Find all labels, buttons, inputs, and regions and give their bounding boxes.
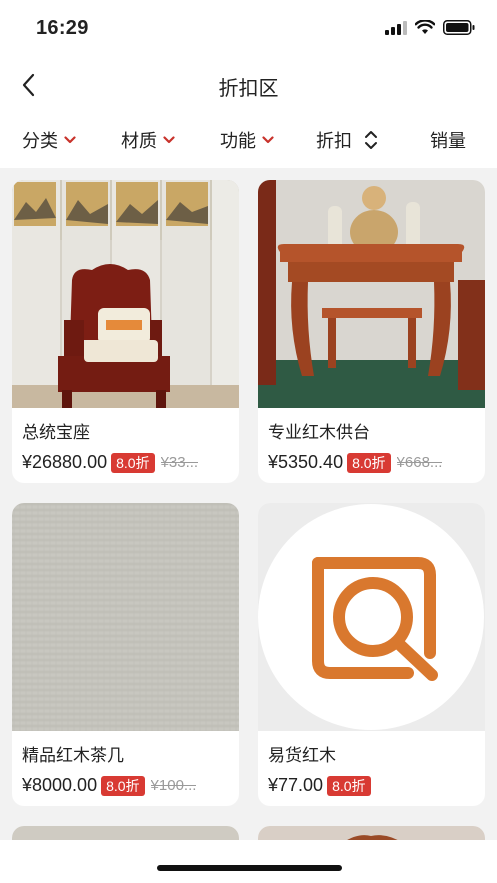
original-price: ¥33...	[160, 454, 199, 471]
product-card[interactable]: 易货红木 ¥77.00 8.0折	[258, 503, 485, 806]
filter-label: 分类	[22, 131, 58, 151]
product-image	[12, 180, 239, 408]
product-name: 精品红木茶几	[22, 746, 124, 765]
product-image	[258, 503, 485, 731]
wifi-icon	[415, 20, 435, 34]
chevron-down-icon	[64, 136, 76, 144]
filter-label: 材质	[121, 131, 157, 151]
discount-badge: 8.0折	[111, 452, 155, 473]
price-row: ¥77.00 8.0折	[268, 775, 371, 796]
product-grid: 总统宝座 ¥26880.00 8.0折 ¥33... 专业红木供台 ¥5350.…	[0, 168, 497, 883]
home-indicator[interactable]	[157, 865, 342, 871]
page-title: 折扣区	[218, 78, 279, 100]
filter-function[interactable]: 功能	[220, 126, 274, 154]
battery-icon	[443, 20, 475, 35]
price-row: ¥26880.00 8.0折 ¥33...	[22, 452, 198, 473]
product-name: 总统宝座	[22, 423, 90, 442]
product-name: 专业红木供台	[268, 423, 370, 442]
original-price: ¥668...	[396, 454, 443, 471]
status-bar: 16:29	[0, 0, 497, 58]
chevron-down-icon	[262, 136, 274, 144]
home-bar	[0, 840, 497, 883]
product-name: 易货红木	[268, 746, 336, 765]
product-card[interactable]: 精品红木茶几 ¥8000.00 8.0折 ¥100...	[12, 503, 239, 806]
product-price: ¥8000.00	[22, 775, 98, 795]
sort-icon	[365, 131, 377, 149]
filter-material[interactable]: 材质	[121, 126, 175, 154]
signal-icon	[385, 20, 407, 35]
product-image	[258, 180, 485, 408]
discount-badge: 8.0折	[327, 775, 371, 796]
product-card[interactable]: 总统宝座 ¥26880.00 8.0折 ¥33...	[12, 180, 239, 483]
product-card[interactable]: 专业红木供台 ¥5350.40 8.0折 ¥668...	[258, 180, 485, 483]
nav-bar: 折扣区	[0, 58, 497, 112]
filter-discount[interactable]: 折扣	[316, 126, 378, 154]
product-price: ¥77.00	[268, 775, 324, 795]
filter-label: 折扣	[316, 131, 352, 151]
filter-bar: 分类 材质 功能 折扣 销量	[0, 112, 497, 168]
status-time: 16:29	[36, 17, 89, 39]
filter-category[interactable]: 分类	[22, 126, 76, 154]
original-price: ¥100...	[150, 777, 197, 794]
filter-label: 销量	[430, 131, 466, 151]
discount-badge: 8.0折	[101, 775, 145, 796]
filter-label: 功能	[220, 131, 256, 151]
filter-sales[interactable]: 销量	[430, 126, 466, 154]
discount-badge: 8.0折	[347, 452, 391, 473]
status-icons	[385, 20, 475, 35]
price-row: ¥5350.40 8.0折 ¥668...	[268, 452, 442, 473]
product-price: ¥26880.00	[22, 452, 108, 472]
product-price: ¥5350.40	[268, 452, 344, 472]
product-image	[12, 503, 239, 731]
price-row: ¥8000.00 8.0折 ¥100...	[22, 775, 196, 796]
chevron-down-icon	[163, 136, 175, 144]
